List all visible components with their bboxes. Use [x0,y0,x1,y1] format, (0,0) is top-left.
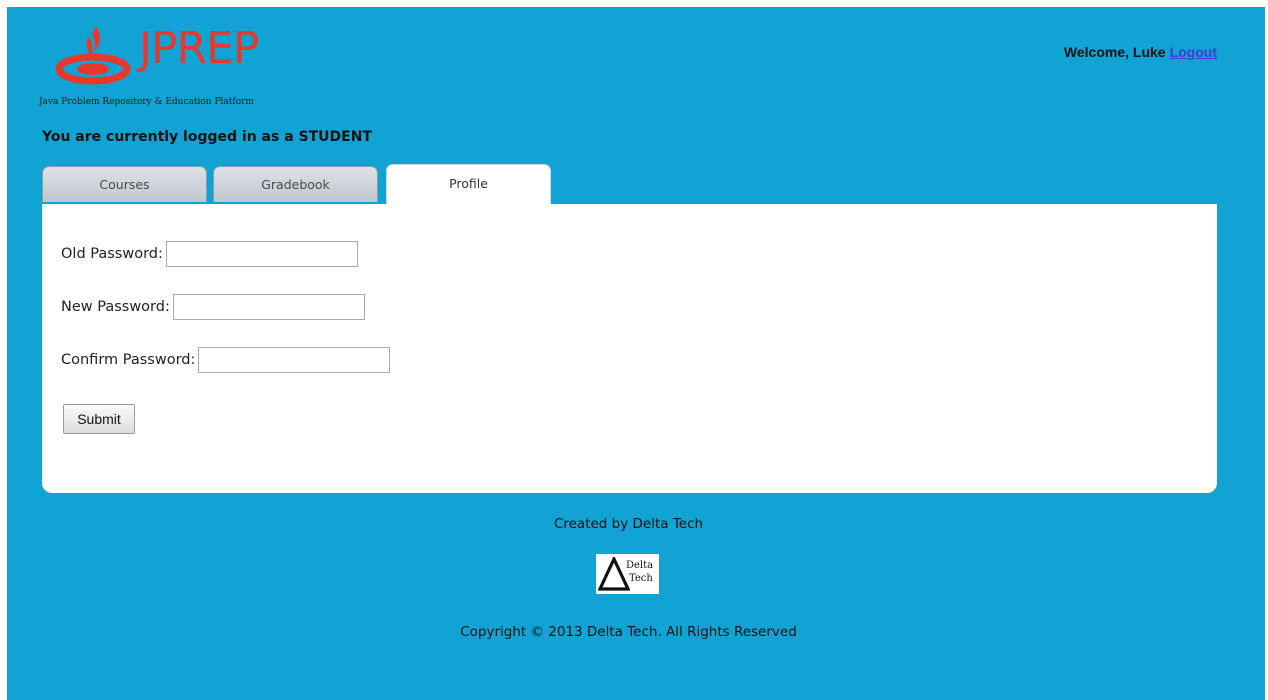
login-status-message: You are currently logged in as a STUDENT [42,129,372,145]
old-password-label: Old Password: [61,246,163,262]
old-password-row: Old Password: [61,241,358,267]
profile-panel: Old Password: New Password: Confirm Pass… [42,204,1217,493]
footer-created-by: Created by Delta Tech [553,516,704,532]
logout-link[interactable]: Logout [1170,44,1217,60]
delta-tech-logo: Delta Tech [596,554,659,594]
new-password-label: New Password: [61,299,170,315]
old-password-field[interactable] [165,241,358,267]
flame-icon [55,27,131,85]
logo-word-tech: Tech [629,573,653,584]
confirm-password-label: Confirm Password: [61,352,196,368]
logo-text: JPREP [139,23,259,74]
welcome-area: Welcome, Luke Logout [1064,44,1217,60]
page-background: JPREP Java Problem Repository & Educatio… [7,7,1265,700]
jprep-logo: JPREP Java Problem Repository & Educatio… [37,23,307,113]
confirm-password-row: Confirm Password: [61,347,391,373]
logo-word-delta: Delta [626,560,654,571]
logo-subtitle: Java Problem Repository & Education Plat… [39,97,254,107]
tab-profile[interactable]: Profile [386,164,551,204]
confirm-password-field[interactable] [198,347,391,373]
tab-courses[interactable]: Courses [42,166,207,202]
submit-button[interactable]: Submit [63,404,135,434]
delta-tech-logo-text: Delta Tech [626,559,653,585]
welcome-text: Welcome, Luke [1063,44,1166,60]
footer-copyright: Copyright © 2013 Delta Tech. All Rights … [460,624,797,640]
tab-gradebook[interactable]: Gradebook [213,166,378,202]
new-password-row: New Password: [61,294,365,320]
new-password-field[interactable] [172,294,365,320]
